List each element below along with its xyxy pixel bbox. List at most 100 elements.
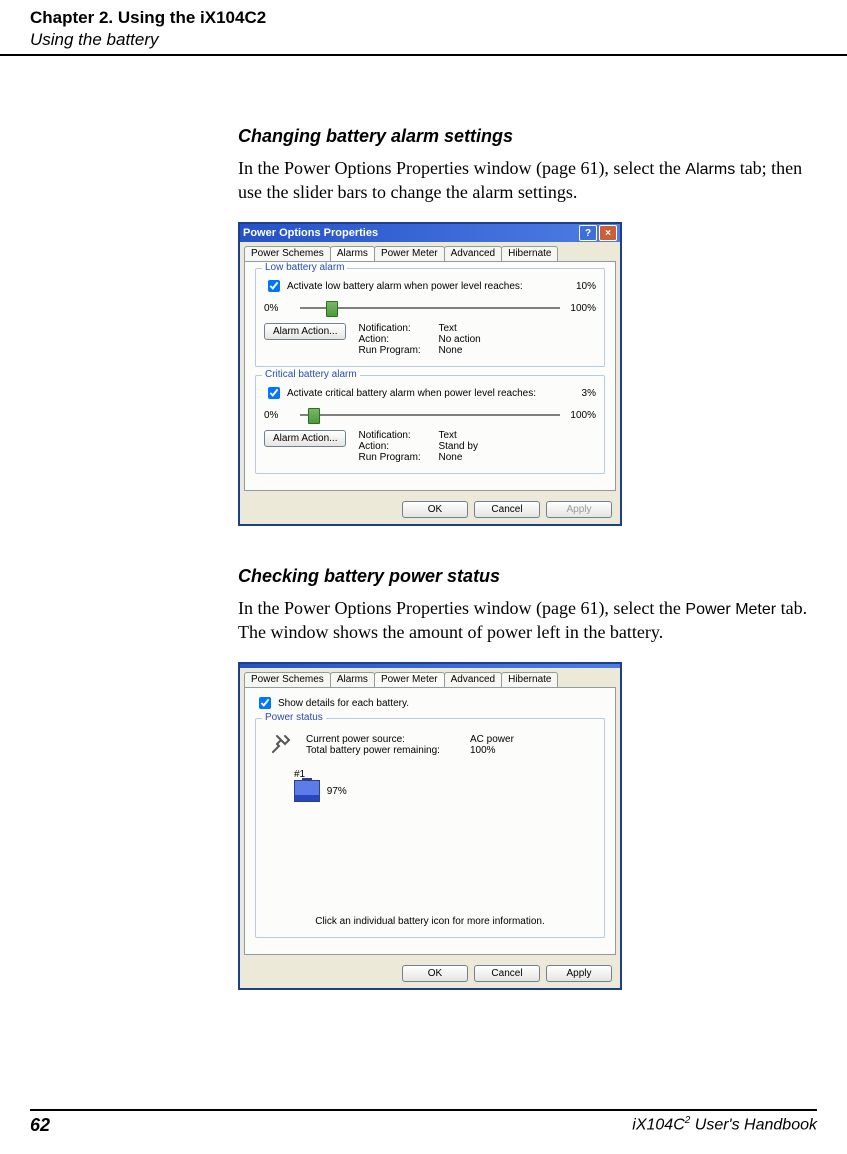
low-battery-slider[interactable] xyxy=(300,301,560,315)
current-source-label: Current power source: xyxy=(306,734,466,745)
kv-action-label: Action: xyxy=(358,334,438,345)
book-title: iX104C2 User's Handbook xyxy=(632,1115,817,1136)
tab-advanced-2[interactable]: Advanced xyxy=(444,672,502,687)
power-status-group: Power status Current power source: Total… xyxy=(255,718,605,938)
low-battery-group: Low battery alarm Activate low battery a… xyxy=(255,268,605,367)
battery-percent: 97% xyxy=(327,786,347,797)
cancel-button-2[interactable]: Cancel xyxy=(474,965,540,982)
battery-number: #1 xyxy=(294,769,596,780)
critical-battery-checkbox[interactable] xyxy=(268,387,280,399)
power-status-info: Current power source: Total battery powe… xyxy=(270,733,596,757)
tab-alarms[interactable]: Alarms xyxy=(330,246,375,261)
tab-hibernate[interactable]: Hibernate xyxy=(501,246,558,261)
book-title-prefix: iX104C xyxy=(632,1116,684,1133)
para-changing-alarm: In the Power Options Properties window (… xyxy=(238,157,817,204)
tab-advanced[interactable]: Advanced xyxy=(444,246,502,261)
tab-power-schemes-2[interactable]: Power Schemes xyxy=(244,672,331,687)
kv-run-value-2: None xyxy=(438,452,518,463)
close-icon[interactable]: × xyxy=(599,225,617,241)
show-details-checkbox[interactable] xyxy=(259,697,271,709)
page-number: 62 xyxy=(30,1115,50,1136)
kv-action-value: No action xyxy=(438,334,518,345)
ok-button-2[interactable]: OK xyxy=(402,965,468,982)
power-options-dialog-power-meter: Power Schemes Alarms Power Meter Advance… xyxy=(238,662,622,990)
tab-hibernate-2[interactable]: Hibernate xyxy=(501,672,558,687)
critical-battery-group-title: Critical battery alarm xyxy=(262,369,360,380)
alarms-tab-name: Alarms xyxy=(685,161,735,178)
section-subtitle: Using the battery xyxy=(30,30,817,50)
power-options-dialog-alarms: Power Options Properties ? × Power Schem… xyxy=(238,222,622,526)
critical-kv-grid: Notification: Text Action: Stand by Run … xyxy=(358,430,518,463)
battery-row[interactable]: 97% xyxy=(294,780,596,802)
ok-button[interactable]: OK xyxy=(402,501,468,518)
kv-run-value: None xyxy=(438,345,518,356)
slider-min-label-2: 0% xyxy=(264,410,292,421)
plug-icon xyxy=(270,733,298,757)
dialog-buttons: OK Cancel Apply xyxy=(240,495,620,524)
page-header: Chapter 2. Using the iX104C2 Using the b… xyxy=(0,0,847,56)
low-battery-value: 10% xyxy=(566,281,596,292)
slider-min-label: 0% xyxy=(264,303,292,314)
titlebar[interactable]: Power Options Properties ? × xyxy=(240,224,620,242)
low-slider-row: 0% 100% xyxy=(264,301,596,315)
critical-battery-group: Critical battery alarm Activate critical… xyxy=(255,375,605,474)
kv-notification-value-2: Text xyxy=(438,430,518,441)
apply-button[interactable]: Apply xyxy=(546,501,612,518)
heading-changing-alarm: Changing battery alarm settings xyxy=(238,126,817,147)
page-content: Changing battery alarm settings In the P… xyxy=(0,56,847,990)
page-footer: 62 iX104C2 User's Handbook xyxy=(30,1109,817,1136)
help-icon[interactable]: ? xyxy=(579,225,597,241)
power-status-labels: Current power source: Total battery powe… xyxy=(306,734,466,756)
slider-max-label: 100% xyxy=(568,303,596,314)
book-title-suffix: User's Handbook xyxy=(690,1116,817,1133)
battery-hint: Click an individual battery icon for mor… xyxy=(256,916,604,927)
para-text-a: In the Power Options Properties window (… xyxy=(238,158,685,178)
critical-battery-check-label: Activate critical battery alarm when pow… xyxy=(287,388,562,399)
low-battery-checkbox[interactable] xyxy=(268,280,280,292)
chapter-title: Chapter 2. Using the iX104C2 xyxy=(30,8,817,28)
critical-battery-slider[interactable] xyxy=(300,408,560,422)
titlebar-text: Power Options Properties xyxy=(243,227,577,239)
slider-thumb-icon[interactable] xyxy=(326,301,338,317)
tab-body-power-meter: Show details for each battery. Power sta… xyxy=(244,687,616,955)
critical-battery-value: 3% xyxy=(566,388,596,399)
power-meter-tab-name: Power Meter xyxy=(685,601,776,618)
power-status-group-title: Power status xyxy=(262,712,326,723)
critical-slider-row: 0% 100% xyxy=(264,408,596,422)
slider-max-label-2: 100% xyxy=(568,410,596,421)
kv-notification-value: Text xyxy=(438,323,518,334)
remaining-value: 100% xyxy=(470,745,550,756)
tab-strip-2: Power Schemes Alarms Power Meter Advance… xyxy=(240,668,620,687)
kv-action-label-2: Action: xyxy=(358,441,438,452)
low-battery-check-row: Activate low battery alarm when power le… xyxy=(264,277,596,295)
dialog-buttons-2: OK Cancel Apply xyxy=(240,959,620,988)
battery-block: #1 97% xyxy=(294,769,596,802)
cancel-button[interactable]: Cancel xyxy=(474,501,540,518)
show-details-label: Show details for each battery. xyxy=(278,698,409,709)
tab-alarms-2[interactable]: Alarms xyxy=(330,672,375,687)
battery-icon[interactable] xyxy=(294,780,320,802)
tab-strip: Power Schemes Alarms Power Meter Advance… xyxy=(240,242,620,261)
current-source-value: AC power xyxy=(470,734,550,745)
para2-text-a: In the Power Options Properties window (… xyxy=(238,598,685,618)
apply-button-2[interactable]: Apply xyxy=(546,965,612,982)
low-battery-check-label: Activate low battery alarm when power le… xyxy=(287,281,562,292)
critical-battery-check-row: Activate critical battery alarm when pow… xyxy=(264,384,596,402)
kv-run-label-2: Run Program: xyxy=(358,452,438,463)
low-action-row: Alarm Action... Notification: Text Actio… xyxy=(264,323,596,356)
tab-power-schemes[interactable]: Power Schemes xyxy=(244,246,331,261)
heading-checking-status: Checking battery power status xyxy=(238,566,817,587)
low-kv-grid: Notification: Text Action: No action Run… xyxy=(358,323,518,356)
kv-notification-label-2: Notification: xyxy=(358,430,438,441)
kv-run-label: Run Program: xyxy=(358,345,438,356)
tab-power-meter-2[interactable]: Power Meter xyxy=(374,672,445,687)
tab-body-alarms: Low battery alarm Activate low battery a… xyxy=(244,261,616,491)
slider-thumb-icon[interactable] xyxy=(308,408,320,424)
tab-power-meter[interactable]: Power Meter xyxy=(374,246,445,261)
show-details-row: Show details for each battery. xyxy=(255,694,605,712)
kv-notification-label: Notification: xyxy=(358,323,438,334)
remaining-label: Total battery power remaining: xyxy=(306,745,466,756)
low-alarm-action-button[interactable]: Alarm Action... xyxy=(264,323,346,340)
critical-alarm-action-button[interactable]: Alarm Action... xyxy=(264,430,346,447)
power-status-values: AC power 100% xyxy=(470,734,550,756)
